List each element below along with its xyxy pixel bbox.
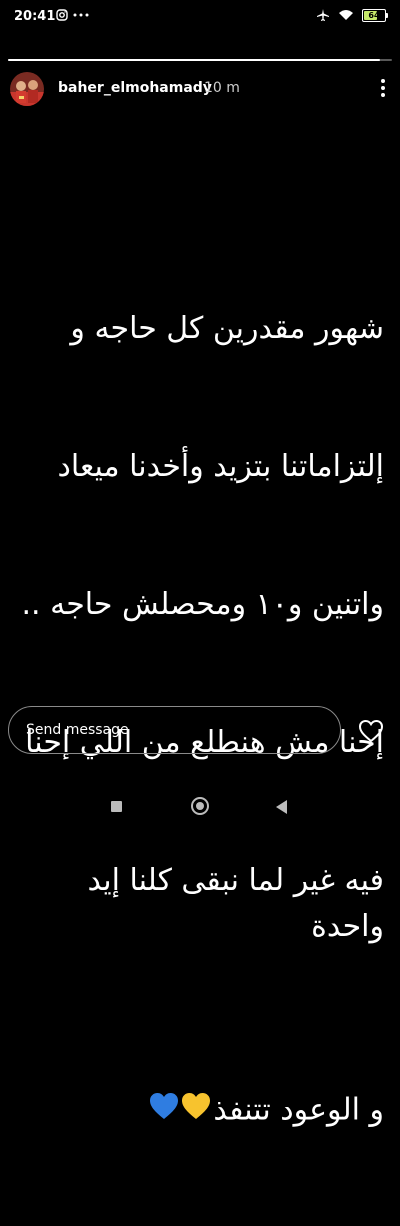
more-options-icon[interactable] xyxy=(378,78,388,98)
navigation-bar xyxy=(0,780,400,832)
blue-heart-icon xyxy=(150,1093,179,1119)
status-time: 20:41 xyxy=(14,9,56,24)
heart-icon[interactable] xyxy=(358,719,384,743)
recents-button[interactable] xyxy=(111,801,122,812)
more-dots-icon xyxy=(73,13,89,17)
status-bar: 20:41 64 xyxy=(0,0,400,34)
caption-line: إلتزاماتنا بتزيد وأخدنا ميعاد xyxy=(57,449,384,484)
back-button[interactable] xyxy=(276,800,287,814)
status-right-icons: 64 xyxy=(316,8,388,22)
story-progress-bar xyxy=(8,59,392,61)
instagram-icon xyxy=(56,9,68,21)
status-left-icons xyxy=(56,9,89,21)
send-message-input[interactable]: Send message xyxy=(8,706,341,754)
hearts-emoji xyxy=(92,1042,213,1180)
caption-last-line: و الوعود تتنفذ xyxy=(16,1042,384,1180)
avatar[interactable] xyxy=(10,72,44,106)
battery-level: 64 xyxy=(368,10,380,20)
yellow-heart-icon xyxy=(182,1093,211,1119)
home-button[interactable] xyxy=(191,797,209,815)
caption-line: فيه غير لما نبقى كلنا إيد واحدة xyxy=(77,863,385,944)
avatar-image xyxy=(10,72,44,106)
caption-line: شهور مقدرين كل حاجه و xyxy=(70,311,384,346)
battery-tip xyxy=(386,12,388,18)
airplane-mode-icon xyxy=(317,9,329,21)
caption-line: و الوعود تتنفذ xyxy=(213,1092,384,1128)
caption-line: واتنين و١٠ ومحصلش حاجه .. xyxy=(21,587,385,622)
home-dot xyxy=(196,802,204,810)
username[interactable]: baher_elmohamady xyxy=(58,80,212,96)
story-progress-fill xyxy=(8,59,381,61)
send-message-placeholder: Send message xyxy=(26,722,129,738)
wifi-icon xyxy=(339,10,353,20)
story-header: baher_elmohamady 10 m xyxy=(10,70,390,106)
battery-icon: 64 xyxy=(362,8,388,22)
time-ago: 10 m xyxy=(204,80,240,96)
